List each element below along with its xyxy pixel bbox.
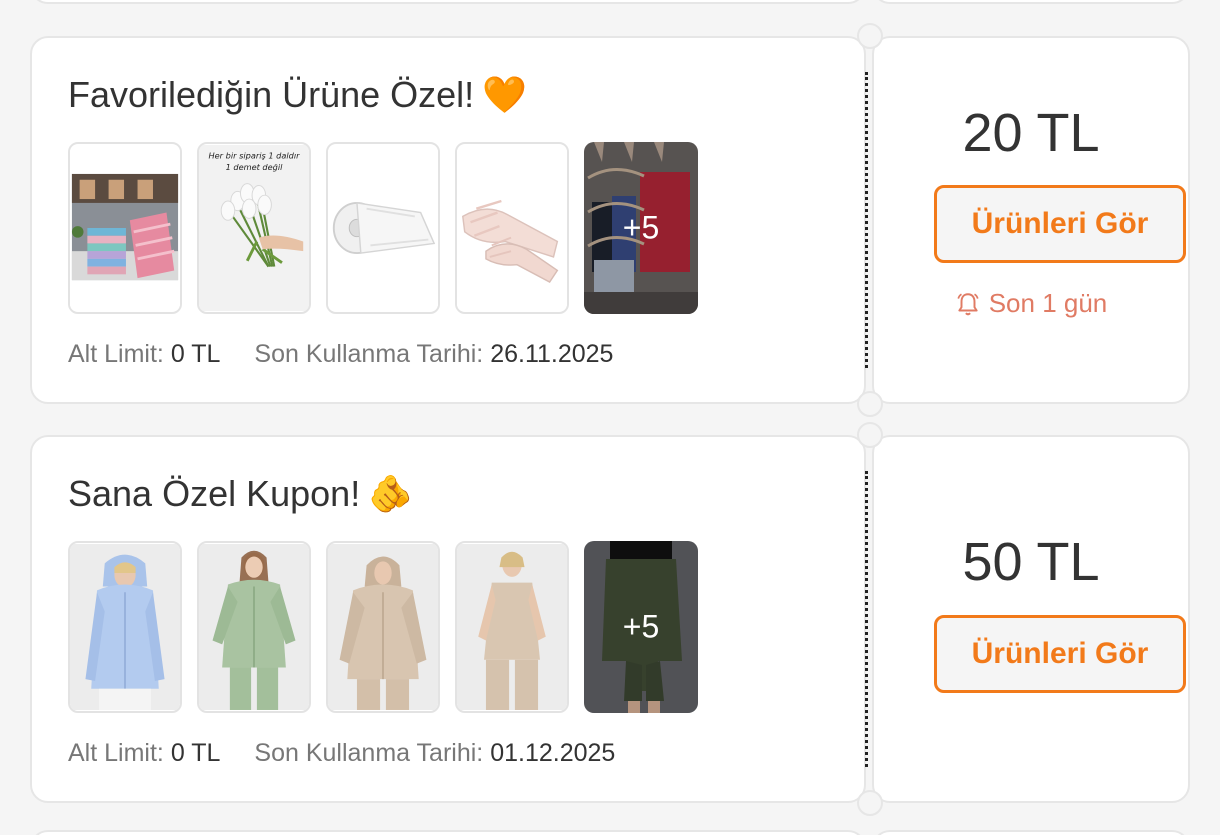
view-products-button[interactable]: Ürünleri Gör <box>934 615 1186 693</box>
perforation-divider <box>865 72 868 368</box>
ticket-notch <box>857 23 883 49</box>
alarm-bell-icon <box>957 292 979 315</box>
min-limit-value: 0 TL <box>170 340 221 368</box>
product-thumbnail-blue-shirt[interactable] <box>68 541 182 713</box>
deadline-badge: Son 1 gün <box>874 288 1188 319</box>
deadline-text: Son 1 gün <box>988 288 1108 318</box>
coupon-action-panel: 50 TL Ürünleri Gör <box>872 435 1190 803</box>
product-thumbnail-beige-top[interactable] <box>455 541 569 713</box>
pointing-hand-icon: 🫵 <box>368 473 414 514</box>
coupon-details: Favorilediğin Ürüne Özel! 🧡 Her bir sipa… <box>30 36 866 404</box>
more-products-count: +5 <box>622 608 660 645</box>
product-thumbnail-flowers[interactable]: Her bir sipariş 1 daldır 1 demet değil <box>197 142 311 314</box>
coupon-meta: Alt Limit: 0 TL Son Kullanma Tarihi: 01.1… <box>68 739 615 768</box>
min-limit-label: Alt Limit: <box>68 739 164 767</box>
min-limit-value: 0 TL <box>170 739 221 767</box>
coupon-card: Favorilediğin Ürüne Özel! 🧡 Her bir sipa… <box>30 23 1190 417</box>
more-products-thumbnail[interactable]: +5 <box>584 541 698 713</box>
min-limit-label: Alt Limit: <box>68 340 164 368</box>
coupon-action-panel: 20 TL Ürünleri Gör Son 1 gün <box>872 36 1190 404</box>
coupon-amount: 20 TL <box>962 103 1100 163</box>
next-coupon-edge <box>30 830 1190 835</box>
flowers-caption-line1: Her bir sipariş 1 daldır <box>208 151 300 161</box>
product-thumbnail-gloves[interactable] <box>455 142 569 314</box>
more-products-thumbnail[interactable]: +5 <box>584 142 698 314</box>
product-thumbnail-beige-set[interactable] <box>326 541 440 713</box>
perforation-divider <box>865 471 868 767</box>
product-thumbnail-green-set[interactable] <box>197 541 311 713</box>
expiry-value: 26.11.2025 <box>490 340 614 368</box>
coupon-title: Sana Özel Kupon! 🫵 <box>68 473 414 514</box>
more-products-count: +5 <box>622 209 660 246</box>
ticket-notch <box>857 790 883 816</box>
coupon-meta: Alt Limit: 0 TL Son Kullanma Tarihi: 26.1… <box>68 340 613 369</box>
expiry-label: Son Kullanma Tarihi: <box>254 739 484 767</box>
coupon-title: Favorilediğin Ürüne Özel! 🧡 <box>68 74 528 115</box>
product-thumbnail-bag-roll[interactable] <box>326 142 440 314</box>
coupon-amount: 50 TL <box>962 532 1100 592</box>
coupon-details: Sana Özel Kupon! 🫵 +5 Alt Limit: 0 TL So… <box>30 435 866 803</box>
previous-coupon-edge <box>30 0 1190 4</box>
expiry-value: 01.12.2025 <box>490 739 616 767</box>
product-thumbnail-towels[interactable] <box>68 142 182 314</box>
view-products-button[interactable]: Ürünleri Gör <box>934 185 1186 263</box>
orange-heart-icon: 🧡 <box>482 74 528 115</box>
flowers-caption-line2: 1 demet değil <box>226 162 284 172</box>
expiry-label: Son Kullanma Tarihi: <box>254 340 484 368</box>
ticket-notch <box>857 391 883 417</box>
coupon-card: Sana Özel Kupon! 🫵 +5 Alt Limit: 0 TL So… <box>30 422 1190 816</box>
ticket-notch <box>857 422 883 448</box>
